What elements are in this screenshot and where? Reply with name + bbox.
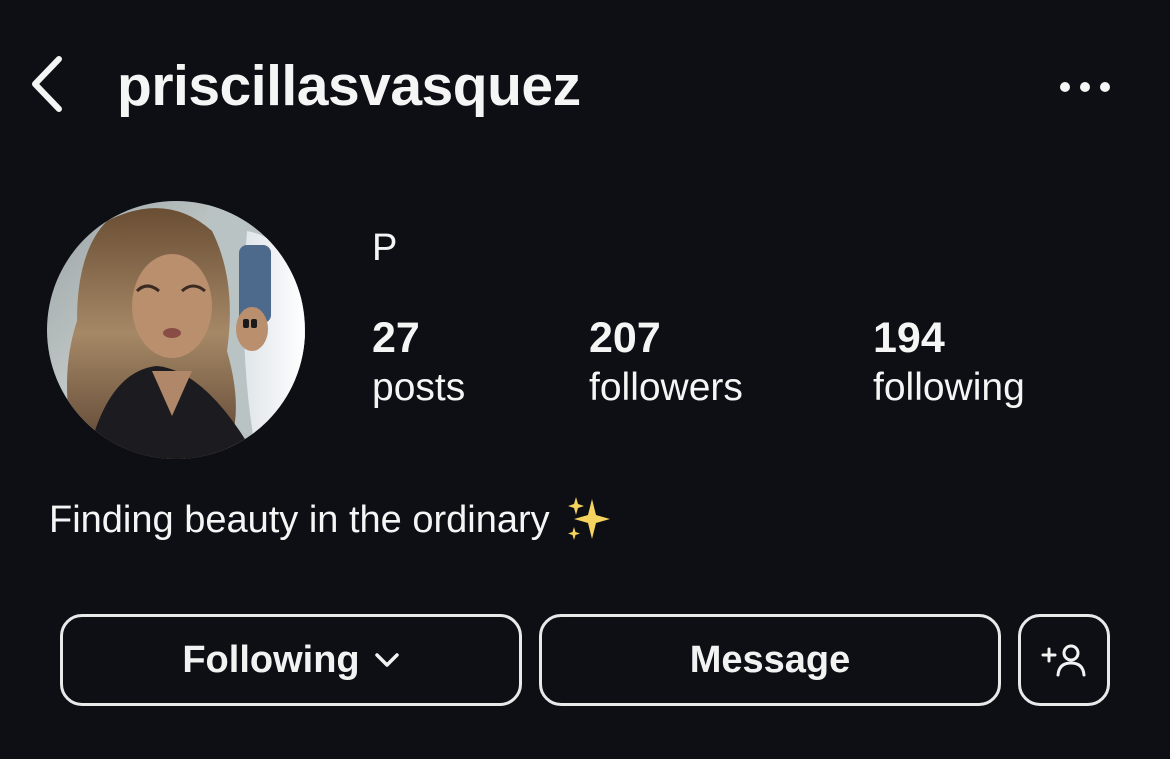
add-user-button[interactable] [1018, 614, 1110, 706]
following-button[interactable]: Following [60, 614, 522, 706]
stat-followers[interactable]: 207 followers [589, 312, 743, 412]
bio-text: Finding beauty in the ordinary [49, 499, 550, 541]
stat-following-label: following [873, 366, 1025, 409]
message-button[interactable]: Message [539, 614, 1001, 706]
stat-posts[interactable]: 27 posts [372, 312, 465, 412]
profile-bio: Finding beauty in the ordinary [49, 494, 614, 546]
stat-following-count: 194 [873, 314, 945, 362]
stat-posts-count: 27 [372, 314, 420, 362]
stat-followers-count: 207 [589, 314, 661, 362]
add-user-icon [1041, 644, 1086, 677]
following-button-label: Following [182, 638, 360, 681]
profile-username: priscillasvasquez [117, 54, 581, 118]
display-name: P [372, 227, 398, 269]
back-button[interactable] [22, 52, 72, 116]
stat-following[interactable]: 194 following [873, 312, 1025, 412]
stat-posts-label: posts [372, 366, 466, 409]
chevron-left-icon [32, 56, 62, 112]
more-options-button[interactable] [1052, 70, 1118, 104]
chevron-down-icon [374, 652, 400, 668]
message-button-label: Message [689, 638, 851, 681]
profile-photo [47, 201, 305, 459]
stat-followers-label: followers [589, 366, 743, 409]
profile-avatar[interactable] [47, 201, 305, 459]
more-horizontal-icon [1060, 82, 1110, 92]
sparkles-icon [567, 497, 610, 540]
